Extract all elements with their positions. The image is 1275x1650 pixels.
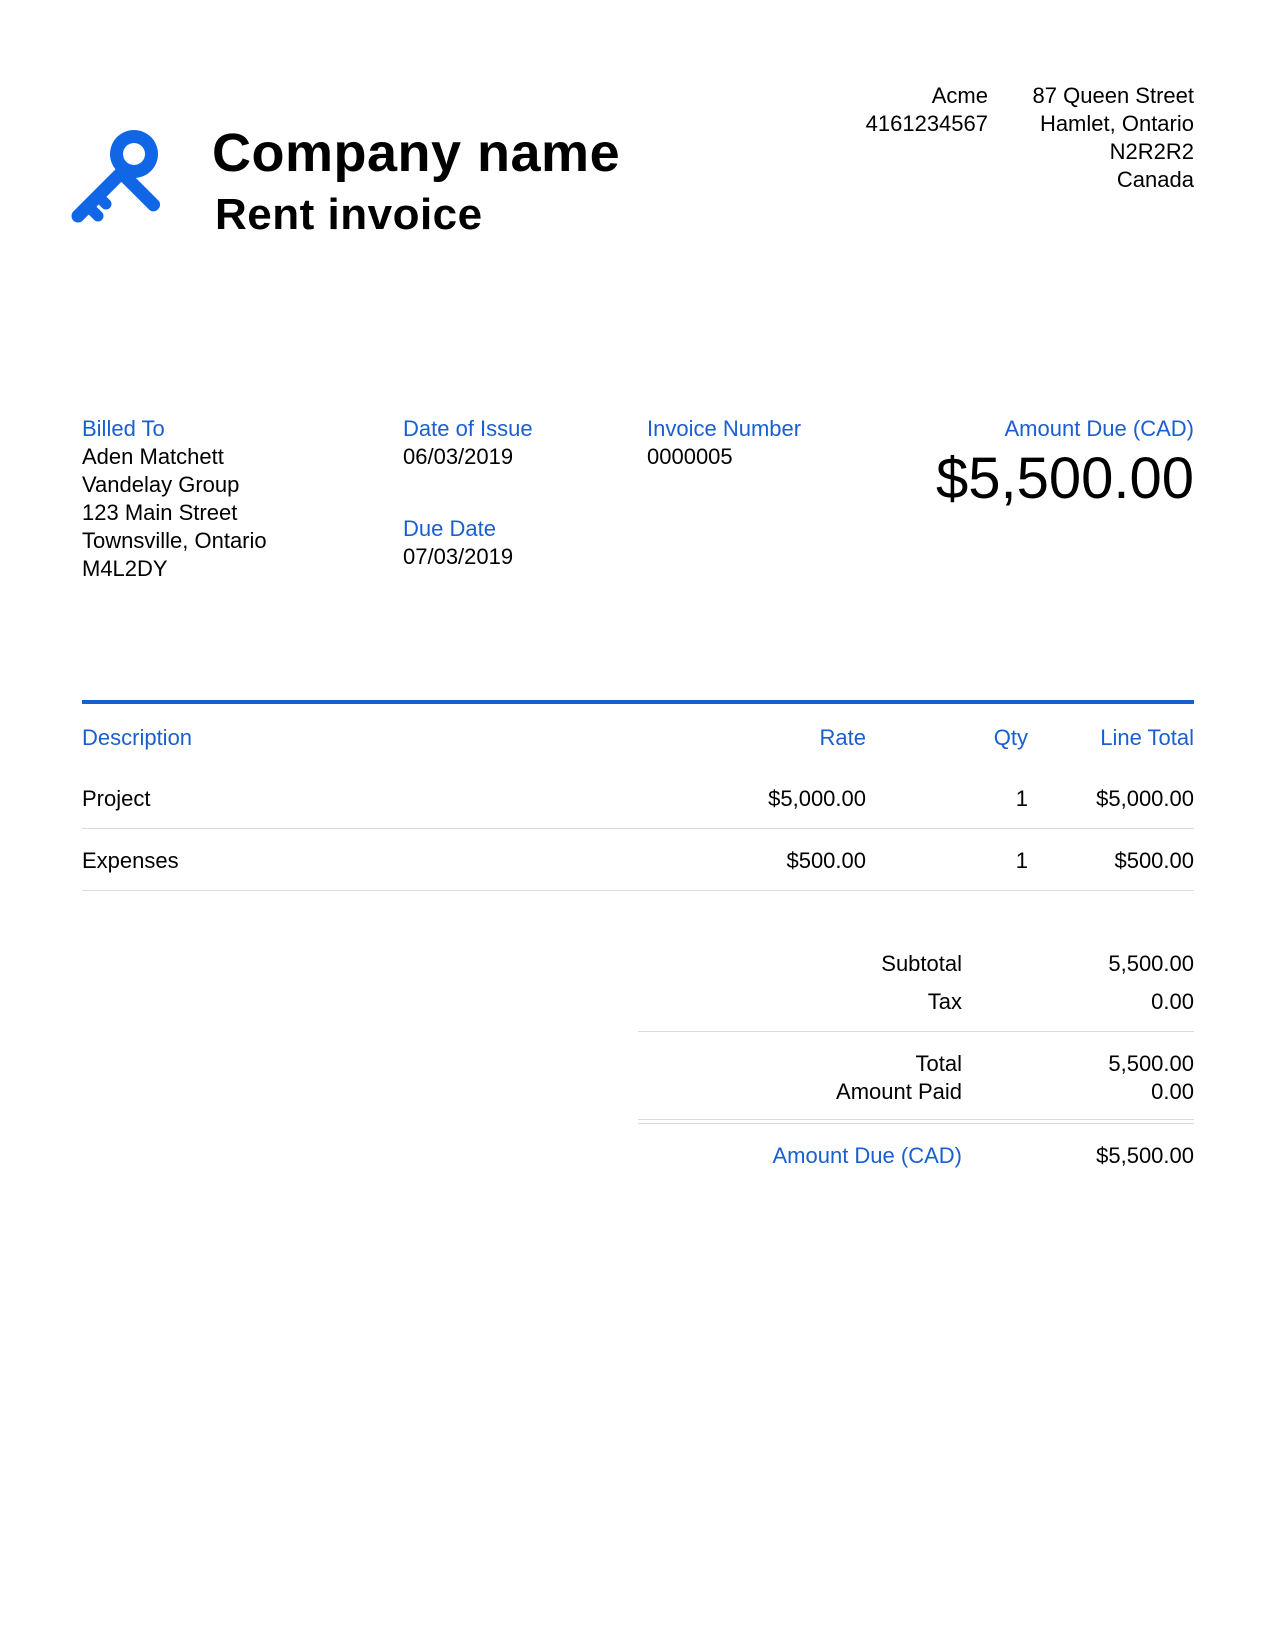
billed-to-block: Billed To Aden Matchett Vandelay Group 1… [82,415,382,583]
key-icon [66,124,166,224]
sender-name: Acme [931,83,988,108]
table-row-line-total: $5,000.00 [1096,786,1194,811]
due-date-value: 07/03/2019 [403,544,514,569]
total-value: 5,500.00 [1108,1051,1194,1076]
sender-address: 87 Queen Street Hamlet, Ontario N2R2R2 C… [1000,82,1194,194]
totals-divider [638,1031,1194,1032]
sender-address-line: N2R2R2 [1109,139,1194,164]
document-title: Rent invoice [215,190,483,239]
due-date-label: Due Date [403,516,496,541]
amount-due-block: Amount Due (CAD) $5,500.00 [880,415,1194,513]
totals-divider [638,1123,1194,1124]
table-row-description: Project [82,786,151,811]
tax-label: Tax [927,989,962,1014]
row-divider [82,890,1194,891]
date-of-issue-label: Date of Issue [403,416,533,441]
amount-paid-value: 0.00 [1151,1079,1194,1104]
total-label: Total [915,1051,962,1076]
tax-value: 0.00 [1151,989,1194,1014]
billed-to-line: Aden Matchett [82,444,224,469]
column-header-description: Description [82,725,193,750]
billed-to-line: 123 Main Street [82,500,238,525]
date-of-issue-value: 06/03/2019 [403,444,514,469]
billed-to-label: Billed To [82,416,165,441]
date-of-issue-block: Date of Issue 06/03/2019 [403,415,623,471]
column-header-rate: Rate [819,725,866,750]
table-row-description: Expenses [82,848,179,873]
invoice-number-label: Invoice Number [647,416,802,441]
due-date-block: Due Date 07/03/2019 [403,515,623,571]
sender-contact: Acme 4161234567 [760,82,988,138]
table-row-qty: 1 [1015,786,1028,811]
sender-address-line: Canada [1116,167,1194,192]
billed-to-line: Townsville, Ontario [82,528,267,553]
subtotal-label: Subtotal [881,951,962,976]
amount-paid-label: Amount Paid [836,1079,962,1104]
table-top-rule [82,700,1194,704]
column-header-qty: Qty [993,725,1028,750]
amount-due-label: Amount Due (CAD) [1004,416,1194,441]
sender-address-line: Hamlet, Ontario [1039,111,1194,136]
table-row-rate: $5,000.00 [768,786,866,811]
billed-to-line: Vandelay Group [82,472,240,497]
sender-address-line: 87 Queen Street [1032,83,1194,108]
sender-phone: 4161234567 [865,111,988,136]
table-row-qty: 1 [1015,848,1028,873]
column-header-line-total: Line Total [1100,725,1194,750]
row-divider [82,828,1194,829]
billed-to-line: M4L2DY [82,556,168,581]
amount-due-value: $5,500.00 [935,446,1194,511]
table-row-rate: $500.00 [786,848,866,873]
amount-due-summary-label: Amount Due (CAD) [772,1143,962,1168]
totals-divider [638,1119,1194,1120]
invoice-number-value: 0000005 [647,444,733,469]
invoice-number-block: Invoice Number 0000005 [647,415,887,471]
table-row-line-total: $500.00 [1114,848,1194,873]
company-name: Company name [212,123,621,183]
subtotal-value: 5,500.00 [1108,951,1194,976]
amount-due-summary-value: $5,500.00 [1096,1143,1194,1168]
